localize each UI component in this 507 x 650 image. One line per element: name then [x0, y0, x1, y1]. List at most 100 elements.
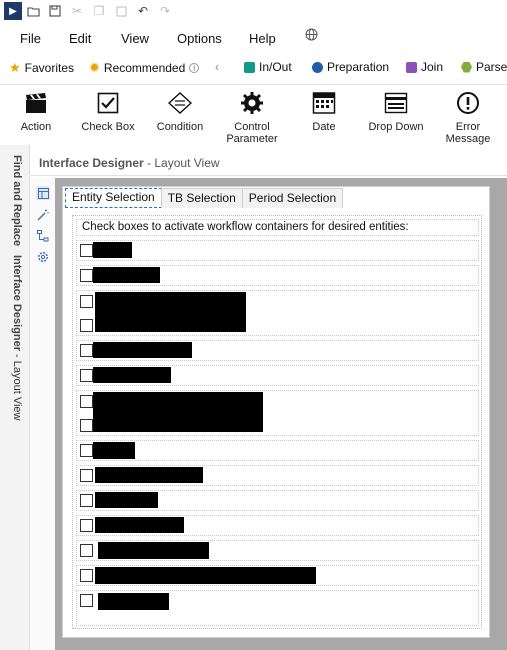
entity-checkbox[interactable]	[80, 469, 93, 482]
entity-row	[76, 565, 479, 586]
tool-error-message[interactable]: Error Message	[436, 91, 500, 145]
open-folder-icon[interactable]	[22, 1, 44, 21]
entity-checkbox[interactable]	[80, 494, 93, 507]
gear-icon	[239, 91, 265, 115]
entity-checkbox[interactable]	[80, 344, 93, 357]
redacted-entity-label	[93, 367, 171, 383]
entity-row	[76, 340, 479, 361]
menu-file[interactable]: File	[20, 31, 41, 46]
instruction-text: Check boxes to activate workflow contain…	[76, 219, 479, 236]
error-icon	[455, 91, 481, 115]
sun-icon: ✹	[89, 60, 100, 75]
preparation-tab[interactable]: Preparation	[312, 60, 389, 74]
recommended-tab[interactable]: ✹ Recommended i	[89, 60, 200, 76]
calendar-icon	[311, 91, 337, 115]
scroll-left-icon[interactable]: ‹	[215, 60, 219, 74]
entity-checkbox[interactable]	[80, 569, 93, 582]
left-vertical-panel: Find and Replace Interface Designer - La…	[0, 145, 30, 650]
redacted-entity-label	[95, 467, 203, 483]
condition-icon	[167, 91, 193, 115]
title-bar: ▶ ✂ ❐ ↶ ↷	[0, 0, 507, 22]
tab-strip: Entity Selection TB Selection Period Sel…	[65, 188, 344, 208]
save-icon[interactable]	[44, 1, 66, 21]
tab-entity-selection[interactable]: Entity Selection	[65, 188, 162, 208]
designer-title: Interface Designer - Layout View	[39, 156, 220, 170]
entity-checkbox[interactable]	[80, 369, 93, 382]
entity-row	[76, 365, 479, 386]
entity-checkbox[interactable]	[80, 444, 93, 457]
tool-check-box[interactable]: Check Box	[76, 91, 140, 133]
redacted-entity-label	[93, 392, 263, 432]
redacted-entity-label	[93, 267, 160, 283]
copy-icon[interactable]: ❐	[88, 1, 110, 21]
menu-bar: File Edit View Options Help	[0, 27, 507, 49]
entity-checkbox[interactable]	[80, 269, 93, 282]
entity-row	[76, 265, 479, 286]
tool-ribbon: Action Check Box Condition Control Param…	[0, 84, 507, 145]
dropdown-icon	[383, 91, 409, 115]
parse-tab[interactable]: Parse	[461, 60, 507, 74]
tool-date[interactable]: Date	[292, 91, 356, 133]
redacted-entity-label	[95, 292, 246, 332]
tool-control-parameter[interactable]: Control Parameter	[220, 91, 284, 145]
favorites-tab[interactable]: ★ Favorites	[9, 60, 74, 76]
layout-view-icon[interactable]	[36, 186, 50, 200]
entity-checkbox[interactable]	[80, 594, 93, 607]
redacted-entity-label	[95, 517, 184, 533]
entity-row	[76, 390, 479, 436]
entity-row	[76, 590, 479, 626]
parse-icon	[461, 61, 472, 73]
entity-checkbox[interactable]	[80, 395, 93, 408]
entity-selection-content: Check boxes to activate workflow contain…	[72, 215, 482, 629]
interface-designer-tab[interactable]: Interface Designer - Layout View	[11, 255, 23, 421]
info-icon[interactable]: i	[189, 63, 200, 74]
menu-edit[interactable]: Edit	[69, 31, 91, 46]
designer-header: Interface Designer - Layout View	[31, 150, 507, 176]
preparation-icon	[312, 61, 323, 73]
redacted-entity-label	[93, 242, 132, 258]
settings-gear-icon[interactable]	[36, 250, 50, 264]
entity-checkbox[interactable]	[80, 295, 93, 308]
designer-side-icons	[31, 178, 55, 650]
redacted-entity-label	[93, 342, 192, 358]
entity-row	[76, 490, 479, 511]
entity-row	[76, 515, 479, 536]
find-and-replace-tab[interactable]: Find and Replace	[11, 155, 23, 246]
entity-checkbox[interactable]	[80, 244, 93, 257]
entity-row	[76, 440, 479, 461]
app-logo-icon[interactable]: ▶	[4, 2, 22, 20]
paste-icon[interactable]	[110, 1, 132, 21]
checkbox-icon	[95, 91, 121, 115]
entity-row	[76, 240, 479, 261]
menu-options[interactable]: Options	[177, 31, 222, 46]
join-tab[interactable]: Join	[406, 60, 443, 74]
menu-view[interactable]: View	[121, 31, 149, 46]
tool-action[interactable]: Action	[4, 91, 68, 133]
cut-icon[interactable]: ✂	[66, 1, 88, 21]
in-out-tab[interactable]: In/Out	[244, 60, 292, 74]
redacted-entity-label	[93, 442, 135, 459]
tab-period-selection[interactable]: Period Selection	[241, 188, 344, 208]
redacted-entity-label	[98, 593, 169, 610]
entity-checkbox[interactable]	[80, 319, 93, 332]
undo-icon[interactable]: ↶	[132, 1, 154, 21]
entity-checkbox[interactable]	[80, 544, 93, 557]
tab-tb-selection[interactable]: TB Selection	[160, 188, 243, 208]
tool-condition[interactable]: Condition	[148, 91, 212, 133]
folder-teal-icon	[244, 61, 255, 73]
tree-icon[interactable]	[36, 229, 50, 243]
menu-help[interactable]: Help	[249, 31, 276, 46]
tool-drop-down[interactable]: Drop Down	[364, 91, 428, 133]
redo-icon[interactable]: ↷	[154, 1, 176, 21]
join-icon	[406, 61, 417, 73]
redacted-entity-label	[95, 567, 316, 584]
star-icon: ★	[9, 60, 21, 75]
redacted-entity-label	[98, 542, 209, 559]
entity-checkbox[interactable]	[80, 419, 93, 432]
entity-checkbox[interactable]	[80, 519, 93, 532]
interface-panel: Entity Selection TB Selection Period Sel…	[62, 186, 490, 638]
globe-icon[interactable]	[305, 28, 318, 44]
entity-row	[76, 290, 479, 336]
redacted-entity-label	[95, 492, 158, 508]
magic-wand-icon[interactable]	[36, 208, 50, 222]
